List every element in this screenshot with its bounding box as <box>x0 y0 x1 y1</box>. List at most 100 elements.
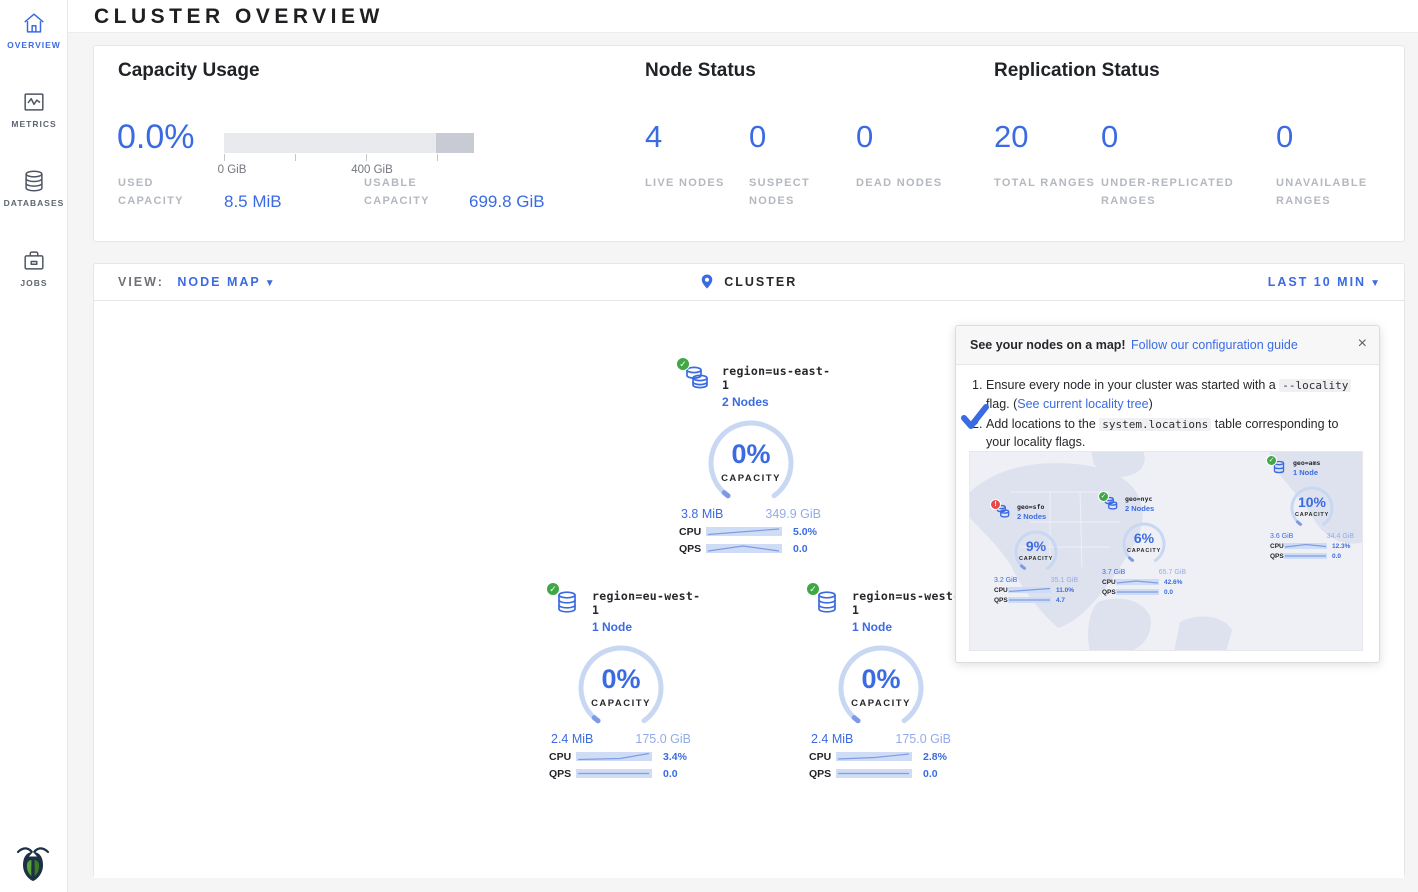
dead-nodes-value: 0 <box>856 119 873 155</box>
example-locality-geo-sfo: ! geo=sfo 2 Nodes 9% CAPACITY <box>988 502 1084 604</box>
usable-capacity-value: 699.8 GiB <box>469 192 545 212</box>
qps-label: QPS <box>1266 553 1284 560</box>
gauge-percent: 0% <box>701 439 801 470</box>
cpu-value: 11.0% <box>1052 587 1082 594</box>
cpu-value: 3.4% <box>655 751 699 763</box>
qps-sparkline <box>1116 588 1160 596</box>
cpu-sparkline <box>835 750 915 763</box>
sidebar-label-overview: OVERVIEW <box>0 40 68 50</box>
healthy-check-icon: ✓ <box>546 582 560 596</box>
locality-name: region=us-west-1 <box>852 586 963 617</box>
cluster-overview-page: OVERVIEW METRICS DATABASES <box>0 0 1418 892</box>
capacity-axis-tick <box>366 154 367 161</box>
qps-label: QPS <box>673 543 705 555</box>
healthy-check-icon: ✓ <box>1098 491 1109 502</box>
qps-label: QPS <box>1098 589 1116 596</box>
qps-value: 0.0 <box>1160 589 1190 596</box>
capacity-gauge: 9% CAPACITY <box>1008 524 1064 576</box>
node-status-title: Node Status <box>645 60 756 82</box>
locality-name: region=us-east-1 <box>722 361 833 392</box>
healthy-check-icon: ✓ <box>806 582 820 596</box>
qps-sparkline <box>1284 552 1328 560</box>
qps-value: 0.0 <box>785 543 829 555</box>
locality-flag-code: --locality <box>1279 379 1351 392</box>
sidebar-item-jobs[interactable]: JOBS <box>0 248 68 288</box>
breadcrumb: CLUSTER <box>94 274 1404 289</box>
replication-status-title: Replication Status <box>994 60 1160 82</box>
gauge-percent: 0% <box>571 664 671 695</box>
warning-icon: ! <box>990 499 1001 510</box>
cpu-label: CPU <box>673 526 705 538</box>
cpu-label: CPU <box>1266 543 1284 550</box>
gauge-capacity-label: CAPACITY <box>1116 548 1172 554</box>
sidebar-item-databases[interactable]: DATABASES <box>0 168 68 208</box>
sidebar-label-databases: DATABASES <box>0 198 68 208</box>
map-pin-icon <box>701 275 719 289</box>
qps-value: 4.7 <box>1052 597 1082 604</box>
time-range-selector[interactable]: LAST 10 MIN▼ <box>1268 275 1382 289</box>
suspect-nodes-value: 0 <box>749 119 766 155</box>
home-icon <box>0 10 68 36</box>
cpu-sparkline <box>1008 586 1052 594</box>
locality-card-eu-west-1[interactable]: ✓ region=eu-west-1 1 Node 0% <box>539 586 703 780</box>
system-locations-code: system.locations <box>1099 418 1211 431</box>
popup-title: See your nodes on a map! <box>970 338 1126 352</box>
gauge-percent: 10% <box>1284 494 1340 510</box>
under-replicated-ranges-value: 0 <box>1101 119 1118 155</box>
capacity-axis-tick <box>437 154 438 161</box>
locality-node-count[interactable]: 1 Node <box>592 620 703 634</box>
capacity-bar <box>224 133 474 153</box>
locality-name: geo=sfo <box>1017 502 1046 511</box>
locality-name: geo=ams <box>1293 458 1320 467</box>
live-nodes-value: 4 <box>645 119 662 155</box>
sidebar-item-metrics[interactable]: METRICS <box>0 89 68 129</box>
qps-value: 0.0 <box>1328 553 1358 560</box>
capacity-gauge: 6% CAPACITY <box>1116 516 1172 568</box>
view-bar: VIEW: NODE MAP▼ CLUSTER LAST 10 MIN▼ <box>94 264 1404 301</box>
qps-value: 0.0 <box>655 768 699 780</box>
locality-name: geo=nyc <box>1125 494 1154 503</box>
qps-sparkline <box>575 767 655 780</box>
capacity-axis-tick <box>295 154 296 161</box>
example-locality-geo-nyc: ✓ geo=nyc 2 Nodes 6% CAPACITY <box>1096 494 1192 596</box>
gauge-capacity-label: CAPACITY <box>1284 512 1340 518</box>
step-done-check-icon <box>960 403 990 437</box>
qps-label: QPS <box>543 768 575 780</box>
cpu-sparkline <box>575 750 655 763</box>
example-locality-geo-ams: ✓ geo=ams 1 Node 10% CAPACITY <box>1264 458 1360 560</box>
nodes-icon: ✓ <box>1270 458 1288 476</box>
gauge-percent: 6% <box>1116 530 1172 546</box>
qps-label: QPS <box>990 597 1008 604</box>
locality-node-count[interactable]: 2 Nodes <box>722 395 833 409</box>
gauge-capacity-label: CAPACITY <box>701 473 801 484</box>
qps-value: 0.0 <box>915 768 959 780</box>
nodes-icon: ✓ <box>681 361 713 393</box>
locality-name: region=eu-west-1 <box>592 586 703 617</box>
jobs-icon <box>0 248 68 274</box>
breadcrumb-cluster: CLUSTER <box>724 275 797 289</box>
gauge-percent: 0% <box>831 664 931 695</box>
configuration-guide-link[interactable]: Follow our configuration guide <box>1131 338 1298 352</box>
sidebar-item-overview[interactable]: OVERVIEW <box>0 10 68 50</box>
qps-sparkline <box>835 767 915 780</box>
nodes-icon: ✓ <box>551 586 583 618</box>
healthy-check-icon: ✓ <box>1266 455 1277 466</box>
dead-nodes-label: DEAD NODES <box>856 174 960 192</box>
cpu-value: 12.3% <box>1328 543 1358 550</box>
capacity-gauge: 10% CAPACITY <box>1284 480 1340 532</box>
gauge-capacity-label: CAPACITY <box>571 698 671 709</box>
locality-node-count: 2 Nodes <box>1125 504 1154 513</box>
locality-card-us-east-1[interactable]: ✓ region=us-east-1 2 Nodes 0% <box>669 361 833 555</box>
locality-node-count[interactable]: 1 Node <box>852 620 963 634</box>
capacity-axis-label-0: 0 GiB <box>218 164 247 176</box>
popup-body: 1.Ensure every node in your cluster was … <box>956 365 1379 452</box>
gauge-capacity-label: CAPACITY <box>1008 556 1064 562</box>
locality-node-count: 2 Nodes <box>1017 512 1046 521</box>
chevron-down-icon: ▼ <box>1370 278 1382 289</box>
databases-icon <box>0 168 68 194</box>
locality-tree-link[interactable]: See current locality tree <box>1017 397 1148 411</box>
nodes-icon: ✓ <box>1102 494 1120 512</box>
locality-card-us-west-1[interactable]: ✓ region=us-west-1 1 Node 0% <box>799 586 963 780</box>
close-icon[interactable]: × <box>1358 335 1367 353</box>
nodes-icon: ! <box>994 502 1012 520</box>
